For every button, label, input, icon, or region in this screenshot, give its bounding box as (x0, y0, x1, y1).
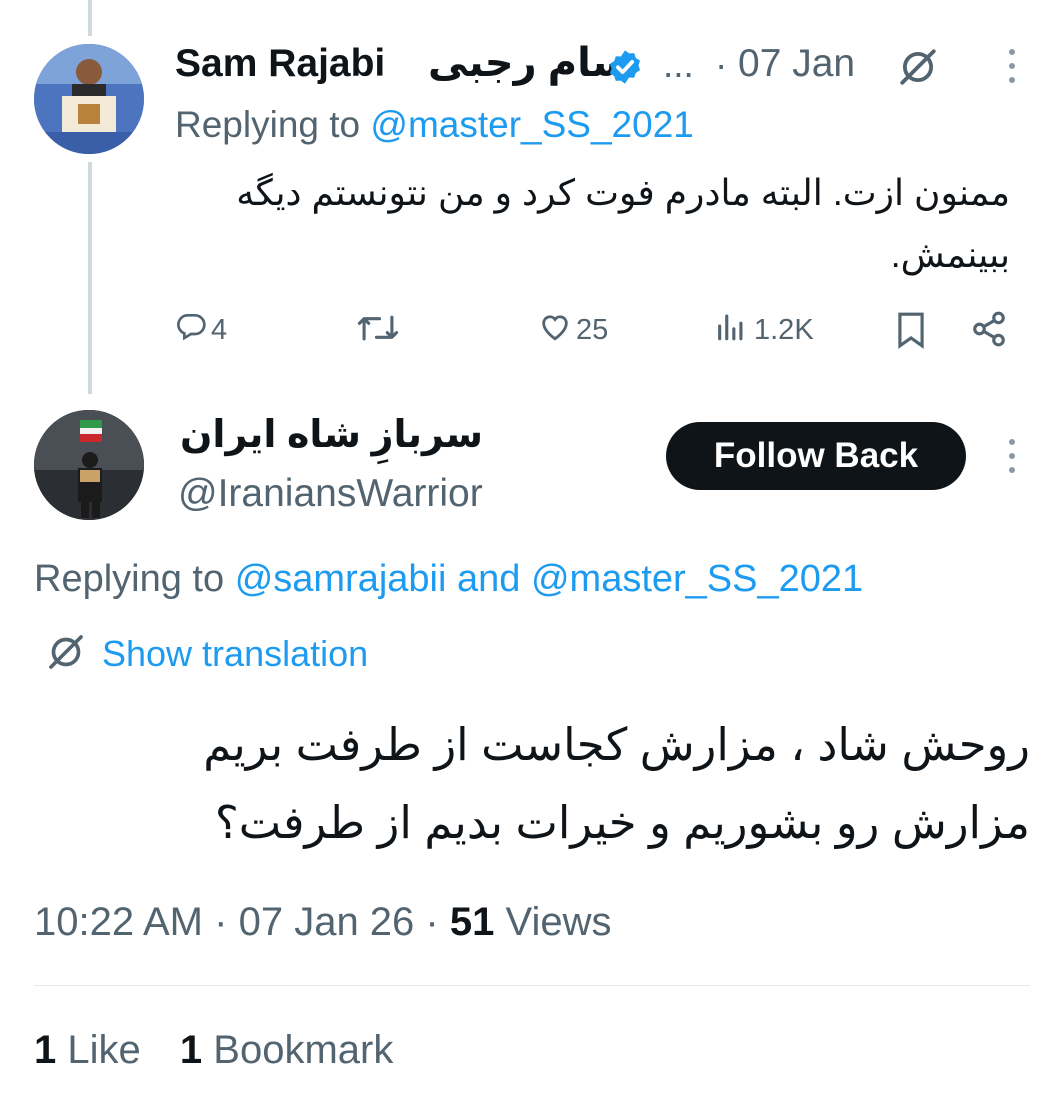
bookmarks-count: 1 (179, 1028, 203, 1072)
main-replying-to: Replying to @samrajabii and @master_SS_2… (34, 558, 863, 601)
reply-date-separator: · (715, 44, 728, 85)
reply-action-like[interactable]: 25 (538, 310, 608, 350)
reply-action-views[interactable]: 1.2K (714, 310, 814, 350)
likes-count: 1 (34, 1028, 57, 1072)
timestamp-separator: · (425, 900, 439, 944)
reply-tweet-text-line2: ببینمش. (890, 234, 1010, 275)
reply-action-retweet[interactable] (356, 310, 400, 350)
avatar-sam-rajabi[interactable] (34, 44, 144, 154)
reply-count: 4 (211, 313, 228, 346)
more-icon[interactable] (1006, 46, 1018, 86)
replying-to-prefix: Replying to (175, 104, 361, 145)
reply-tweet-text-line1: ممنون ازت. البته مادرم فوت کرد و من نتون… (236, 172, 1010, 213)
engagement-stats: 1 Like 1 Bookmark (34, 1028, 393, 1073)
bookmarks-label: Bookmark (213, 1028, 394, 1072)
likes-stat[interactable]: 1 Like (34, 1028, 152, 1072)
reply-author-name-fa[interactable]: سام رجبی (428, 40, 631, 86)
more-icon[interactable] (1006, 436, 1018, 476)
replying-to-user2-link[interactable]: @master_SS_2021 (531, 558, 863, 600)
views-count[interactable]: 51 (450, 900, 495, 944)
bookmarks-stat[interactable]: 1 Bookmark (180, 1028, 393, 1072)
main-tweet-text-line1: روحش شاد ، مزارش کجاست از طرفت بریم (203, 719, 1030, 770)
replying-to-user1-link[interactable]: @samrajabii (235, 558, 447, 600)
tweet-date[interactable]: 07 Jan 26 (239, 900, 415, 944)
retweet-icon (356, 311, 400, 350)
grok-icon[interactable] (897, 46, 939, 88)
show-translation-label[interactable]: Show translation (102, 633, 368, 675)
verified-badge-icon (606, 48, 644, 86)
share-icon[interactable] (970, 310, 1008, 348)
divider (34, 985, 1030, 986)
main-author-name[interactable]: سربازِ شاه ایران (180, 412, 483, 457)
views-icon (714, 310, 748, 350)
reply-action-reply[interactable]: 4 (175, 310, 227, 350)
timestamp-separator: · (214, 900, 228, 944)
bookmark-icon[interactable] (894, 311, 928, 349)
replying-to-and[interactable]: and (457, 558, 520, 600)
thread-line-bottom (88, 162, 92, 394)
views-count: 1.2K (754, 313, 814, 346)
tweet-timestamp: 10:22 AM · 07 Jan 26 · 51 Views (34, 900, 611, 945)
main-author-handle[interactable]: @IraniansWarrior (178, 472, 483, 516)
main-tweet-text-line2: مزارش رو بشوریم و خیرات بدیم از طرفت؟ (214, 797, 1030, 848)
replying-to-prefix: Replying to (34, 558, 225, 600)
likes-label: Like (67, 1028, 141, 1072)
like-icon (538, 310, 572, 350)
reply-ellipsis: ... (663, 44, 694, 85)
tweet-time[interactable]: 10:22 AM (34, 900, 203, 944)
translate-icon (46, 632, 86, 677)
follow-back-button[interactable]: Follow Back (666, 422, 966, 490)
reply-icon (175, 310, 207, 350)
replying-to-user-link[interactable]: @master_SS_2021 (370, 104, 693, 145)
avatar-iranians-warrior[interactable] (34, 410, 144, 520)
views-label[interactable]: Views (506, 900, 612, 944)
reply-date[interactable]: 07 Jan (738, 42, 855, 86)
reply-author-name[interactable]: Sam Rajabi (175, 42, 385, 86)
thread-line-top (88, 0, 92, 36)
show-translation[interactable]: Show translation (46, 632, 368, 676)
like-count: 25 (576, 313, 609, 346)
reply-replying-to: Replying to @master_SS_2021 (175, 104, 694, 146)
